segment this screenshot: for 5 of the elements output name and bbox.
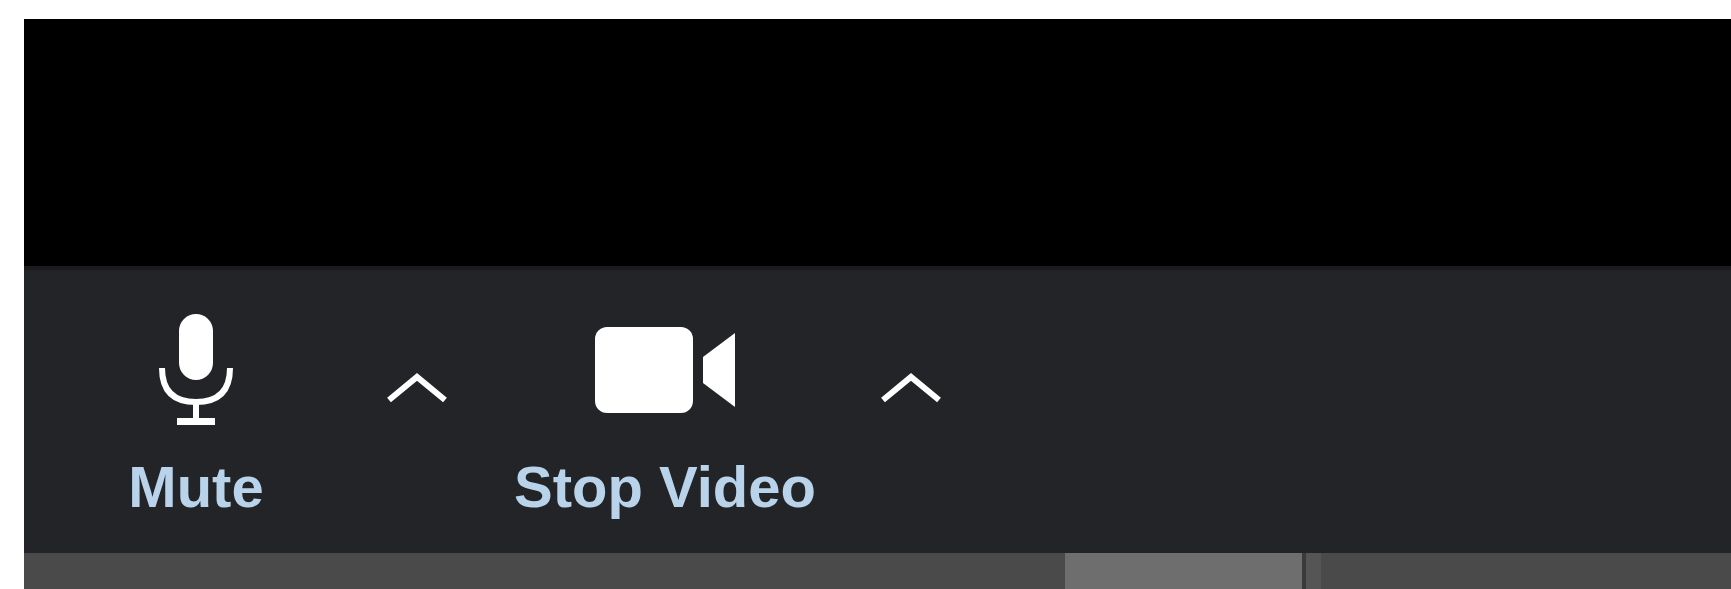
caret-up-icon <box>879 372 943 404</box>
video-camera-icon <box>595 327 735 413</box>
microphone-icon <box>157 312 235 428</box>
caret-up-icon <box>385 372 449 404</box>
mute-button[interactable]: Mute <box>96 270 296 516</box>
